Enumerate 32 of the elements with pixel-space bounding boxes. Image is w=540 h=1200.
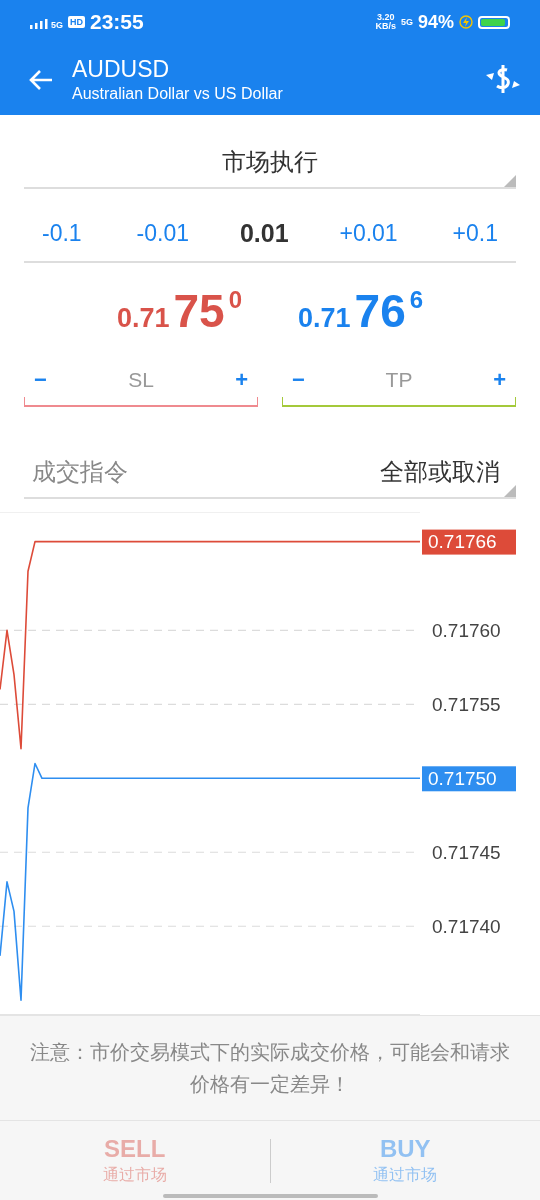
- minus-button[interactable]: −: [288, 367, 309, 393]
- price-tag: 0.71766: [422, 529, 516, 555]
- price-axis-label: 0.71740: [432, 915, 501, 937]
- symbol-title: AUDUSD: [72, 54, 171, 83]
- fill-policy-dropdown[interactable]: 成交指令 全部或取消: [24, 447, 516, 499]
- sl-field[interactable]: − SL +: [24, 363, 258, 407]
- network-type: 5G: [51, 20, 63, 30]
- back-arrow-icon[interactable]: [28, 68, 54, 91]
- volume-value[interactable]: 0.01: [239, 218, 289, 248]
- network-speed: 3.20 KB/s: [375, 13, 396, 31]
- symbol-subtitle: Australian Dollar vs US Dollar: [72, 83, 284, 104]
- volume-decrease-button[interactable]: -0.01: [132, 219, 193, 247]
- network-type: 5G: [400, 17, 413, 27]
- tp-field[interactable]: − TP +: [282, 363, 516, 407]
- price-axis-label: 0.71745: [432, 841, 501, 863]
- volume-increase-button[interactable]: +0.01: [335, 219, 402, 247]
- plus-button[interactable]: +: [231, 367, 252, 393]
- price-tag: 0.71750: [422, 766, 516, 792]
- currency-exchange-icon[interactable]: [484, 63, 522, 96]
- price-axis-label: 0.71755: [432, 693, 501, 715]
- volume-increase-button[interactable]: +0.1: [448, 219, 502, 247]
- battery-percent: 94%: [417, 11, 454, 33]
- volume-decrease-button[interactable]: -0.1: [38, 219, 86, 247]
- clock: 23:55: [90, 10, 144, 34]
- charging-icon: [459, 15, 473, 29]
- plus-button[interactable]: +: [489, 367, 510, 393]
- price-axis-label: 0.71760: [432, 619, 501, 641]
- hd-badge: HD: [68, 16, 85, 28]
- order-type-dropdown[interactable]: 市场执行: [24, 137, 516, 189]
- minus-button[interactable]: −: [30, 367, 51, 393]
- notice-text: 注意：市价交易模式下的实际成交价格，可能会和请求价格有一定差异！: [0, 1015, 540, 1121]
- battery-icon: [478, 15, 510, 29]
